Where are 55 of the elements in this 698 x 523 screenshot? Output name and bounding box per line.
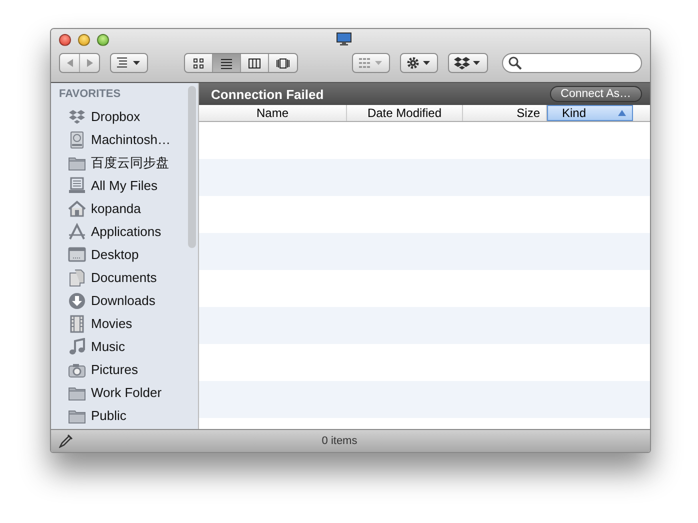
compass-ruler-icon	[68, 222, 86, 240]
sidebar-item[interactable]: Machintosh…	[91, 132, 170, 147]
column-view-icon	[248, 56, 262, 70]
connect-as-button[interactable]: Connect As…	[550, 86, 642, 102]
column-header[interactable]: Kind	[547, 105, 633, 121]
back-icon	[64, 58, 74, 68]
house-icon	[68, 200, 86, 218]
sidebar-heading: FAVORITES	[59, 88, 122, 102]
sidebar-item[interactable]: Work Folder	[91, 385, 162, 400]
sidebar-item[interactable]: Applications	[91, 224, 162, 239]
sort-ascending-icon	[618, 110, 626, 116]
action-button[interactable]	[400, 53, 438, 73]
icon-view-icon	[192, 56, 206, 70]
desktop-icon	[68, 246, 86, 264]
sidebar-item[interactable]: Pictures	[91, 362, 138, 377]
sidebar-item[interactable]: Movies	[91, 316, 132, 331]
list-caret-icon	[116, 57, 142, 69]
dropbox-button[interactable]	[448, 53, 488, 73]
column-header[interactable]: Name	[199, 105, 347, 121]
sidebar-item[interactable]: Music	[91, 339, 125, 354]
cover-flow-icon	[276, 56, 290, 70]
dropbox-icon	[68, 108, 86, 126]
back-forward-control[interactable]	[59, 53, 100, 73]
sidebar-item[interactable]: Documents	[91, 270, 157, 285]
connection-status-title: Connection Failed	[211, 86, 324, 102]
zoom-button[interactable]	[97, 34, 109, 46]
gear-icon	[406, 56, 432, 70]
dropbox-icon	[454, 56, 482, 70]
documents-icon	[68, 268, 86, 286]
search-field[interactable]	[502, 53, 642, 73]
monitor-icon	[336, 32, 352, 46]
forward-icon	[84, 58, 94, 68]
sidebar-item[interactable]: All My Files	[91, 178, 158, 193]
sidebar-item[interactable]: Dropbox	[91, 109, 140, 124]
sidebar-item[interactable]: Desktop	[91, 247, 139, 262]
close-button[interactable]	[59, 34, 71, 46]
sidebar-item[interactable]: Downloads	[91, 293, 156, 308]
film-strip-icon	[68, 314, 86, 332]
search-icon	[508, 56, 522, 70]
sidebar-item[interactable]: Public	[91, 408, 126, 423]
music-note-icon	[68, 338, 86, 356]
arrange-menu-button[interactable]	[352, 53, 390, 73]
list-view-icon	[220, 56, 234, 70]
view-mode-button[interactable]	[213, 54, 241, 72]
pencil-icon	[59, 434, 73, 448]
sidebar-item[interactable]: kopanda	[91, 201, 141, 216]
column-header[interactable]: Date Modified	[347, 105, 463, 121]
minimize-button[interactable]	[78, 34, 90, 46]
files-icon	[68, 176, 86, 194]
arrange-button[interactable]	[110, 53, 148, 73]
view-mode-control[interactable]	[184, 53, 298, 73]
item-count: 0 items	[322, 435, 358, 447]
scrollbar-thumb[interactable]	[188, 86, 196, 248]
sidebar-item[interactable]: 百度云同步盘	[91, 154, 169, 172]
grid-caret-icon	[358, 57, 384, 69]
